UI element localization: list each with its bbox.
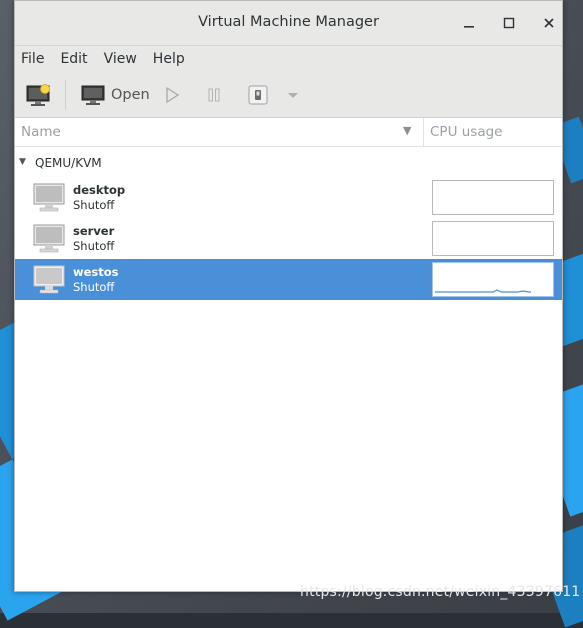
connection-group[interactable]: ▼ QEMU/KVM: [15, 147, 562, 177]
connection-label: QEMU/KVM: [35, 156, 102, 170]
new-vm-icon: [26, 84, 50, 106]
minimize-icon[interactable]: [459, 13, 479, 33]
menu-file[interactable]: File: [21, 51, 54, 67]
maximize-icon[interactable]: [499, 13, 519, 33]
cpu-usage-graph: [432, 221, 554, 256]
vm-status: Shutoff: [73, 198, 115, 212]
vm-status: Shutoff: [73, 280, 115, 294]
sort-down-icon[interactable]: ▼: [403, 124, 411, 137]
monitor-icon: [81, 85, 105, 105]
chevron-down-icon: [288, 93, 298, 98]
vm-row-server[interactable]: server Shutoff: [15, 218, 562, 259]
cpu-usage-graph: [432, 180, 554, 215]
vm-row-desktop[interactable]: desktop Shutoff: [15, 177, 562, 218]
vm-monitor-icon: [33, 224, 65, 253]
column-cpu-header[interactable]: CPU usage: [430, 124, 502, 140]
power-icon: [248, 85, 268, 105]
vm-monitor-icon: [33, 265, 65, 294]
watermark-text: https://blog.csdn.net/weixin_43397611: [300, 584, 581, 600]
cpu-sparkline: [435, 289, 531, 293]
vm-monitor-icon: [33, 183, 65, 212]
new-vm-button[interactable]: [25, 82, 53, 108]
vm-name: server: [73, 224, 115, 238]
open-button[interactable]: Open: [81, 82, 150, 108]
pause-button[interactable]: [205, 82, 227, 108]
cpu-usage-graph: [432, 262, 554, 297]
open-label: Open: [111, 87, 150, 103]
menu-bar: File Edit View Help: [15, 46, 562, 72]
toolbar: Open: [15, 72, 562, 118]
toolbar-separator: [65, 80, 66, 110]
expander-icon[interactable]: ▼: [19, 157, 26, 167]
close-icon[interactable]: [539, 13, 559, 33]
vm-name: desktop: [73, 183, 126, 197]
vmm-window: Virtual Machine Manager File Edit View H…: [14, 0, 563, 592]
pause-icon: [208, 88, 220, 102]
play-icon: [166, 86, 180, 104]
title-bar[interactable]: Virtual Machine Manager: [15, 1, 562, 46]
vm-row-westos[interactable]: westos Shutoff: [15, 259, 562, 300]
column-name-header[interactable]: Name: [21, 124, 61, 140]
list-header: Name ▼ CPU usage: [15, 118, 562, 147]
window-title: Virtual Machine Manager: [198, 14, 379, 30]
vm-name: westos: [73, 265, 119, 279]
menu-edit[interactable]: Edit: [60, 51, 97, 67]
run-button[interactable]: [163, 82, 185, 108]
column-divider[interactable]: [423, 118, 424, 146]
shutdown-dropdown[interactable]: [287, 82, 303, 108]
vm-status: Shutoff: [73, 239, 115, 253]
menu-help[interactable]: Help: [153, 51, 195, 67]
menu-view[interactable]: View: [104, 51, 147, 67]
shutdown-button[interactable]: [247, 82, 269, 108]
